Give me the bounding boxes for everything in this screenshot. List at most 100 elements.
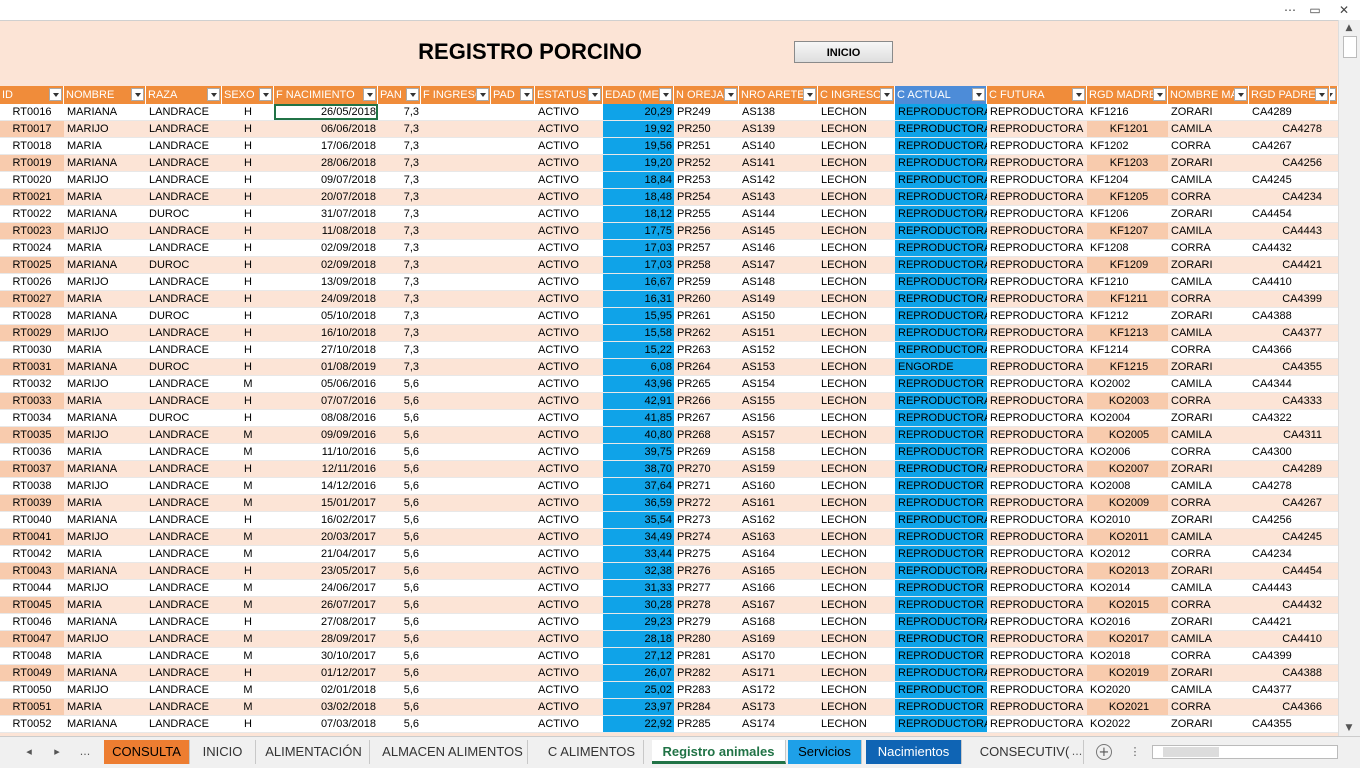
cell-n-oreja[interactable]: PR276 xyxy=(674,563,739,579)
cell-rgd-padre[interactable]: CA4234 xyxy=(1249,189,1330,205)
cell-c-futura[interactable]: REPRODUCTORA xyxy=(987,189,1087,205)
cell-pan[interactable]: 5,6 xyxy=(378,444,421,460)
cell-estatus[interactable]: ACTIVO xyxy=(535,155,603,171)
cell-raza[interactable]: LANDRACE xyxy=(146,325,222,341)
cell-raza[interactable]: LANDRACE xyxy=(146,597,222,613)
cell-f-ingreso[interactable] xyxy=(421,325,491,341)
cell-nombre[interactable]: MARIJO xyxy=(64,121,146,137)
cell-edad[interactable]: 37,64 xyxy=(603,478,674,494)
cell-estatus[interactable]: ACTIVO xyxy=(535,648,603,664)
cell-c-futura[interactable]: REPRODUCTORA xyxy=(987,478,1087,494)
cell-c-ingreso[interactable]: LECHON xyxy=(818,648,895,664)
cell-pad[interactable] xyxy=(491,291,535,307)
cell-id[interactable]: RT0041 xyxy=(0,529,64,545)
tab-more-ellipsis[interactable]: ... xyxy=(1066,743,1088,761)
cell-c-actual[interactable]: REPRODUCTOR xyxy=(895,682,987,698)
cell-rgd-padre[interactable]: CA4443 xyxy=(1249,223,1330,239)
cell-rgd-padre[interactable]: CA4311 xyxy=(1249,427,1330,443)
cell-estatus[interactable]: ACTIVO xyxy=(535,189,603,205)
cell-pan[interactable]: 5,6 xyxy=(378,631,421,647)
cell-edad[interactable]: 16,31 xyxy=(603,291,674,307)
cell-estatus[interactable]: ACTIVO xyxy=(535,223,603,239)
cell-f-ingreso[interactable] xyxy=(421,563,491,579)
cell-estatus[interactable]: ACTIVO xyxy=(535,631,603,647)
cell-sexo[interactable]: M xyxy=(222,546,274,562)
cell-c-actual[interactable]: REPRODUCTORA xyxy=(895,716,987,732)
cell-edad[interactable]: 38,70 xyxy=(603,461,674,477)
cell-sexo[interactable]: M xyxy=(222,597,274,613)
cell-c-futura[interactable]: REPRODUCTORA xyxy=(987,240,1087,256)
cell-estatus[interactable]: ACTIVO xyxy=(535,461,603,477)
cell-pad[interactable] xyxy=(491,121,535,137)
cell-f-nacimiento[interactable]: 28/06/2018 xyxy=(274,155,378,171)
cell-pan[interactable]: 7,3 xyxy=(378,189,421,205)
cell-edad[interactable]: 42,91 xyxy=(603,393,674,409)
cell-extra[interactable] xyxy=(1330,410,1338,426)
cell-extra[interactable] xyxy=(1330,342,1338,358)
cell-nro-arete[interactable]: AS168 xyxy=(739,614,818,630)
cell-f-nacimiento[interactable]: 28/09/2017 xyxy=(274,631,378,647)
cell-nro-arete[interactable]: AS140 xyxy=(739,138,818,154)
cell-estatus[interactable]: ACTIVO xyxy=(535,308,603,324)
cell-raza[interactable]: DUROC xyxy=(146,410,222,426)
filter-dropdown-icon[interactable] xyxy=(259,88,272,101)
cell-extra[interactable] xyxy=(1330,376,1338,392)
cell-rgd-madre[interactable]: KO2003 xyxy=(1087,393,1168,409)
cell-c-actual[interactable]: REPRODUCTORA xyxy=(895,410,987,426)
cell-c-actual[interactable]: REPRODUCTORA xyxy=(895,223,987,239)
cell-c-actual[interactable]: REPRODUCTORA xyxy=(895,393,987,409)
cell-nombre[interactable]: MARIJO xyxy=(64,172,146,188)
cell-c-futura[interactable]: REPRODUCTORA xyxy=(987,699,1087,715)
cell-id[interactable]: RT0049 xyxy=(0,665,64,681)
cell-n-oreja[interactable]: PR279 xyxy=(674,614,739,630)
cell-c-ingreso[interactable]: LECHON xyxy=(818,393,895,409)
cell-raza[interactable]: LANDRACE xyxy=(146,223,222,239)
cell-nro-arete[interactable]: AS138 xyxy=(739,104,818,120)
cell-pad[interactable] xyxy=(491,189,535,205)
cell-raza[interactable]: LANDRACE xyxy=(146,563,222,579)
cell-extra[interactable] xyxy=(1330,206,1338,222)
cell-nro-arete[interactable]: AS158 xyxy=(739,444,818,460)
cell-extra[interactable] xyxy=(1330,461,1338,477)
cell-id[interactable]: RT0021 xyxy=(0,189,64,205)
cell-rgd-padre[interactable]: CA4256 xyxy=(1249,512,1330,528)
cell-nombre[interactable]: MARIANA xyxy=(64,512,146,528)
cell-edad[interactable]: 23,97 xyxy=(603,699,674,715)
cell-nro-arete[interactable]: AS147 xyxy=(739,257,818,273)
tab-c-alimentos[interactable]: C ALIMENTOS xyxy=(540,740,644,764)
cell-extra[interactable] xyxy=(1330,359,1338,375)
cell-extra[interactable] xyxy=(1330,614,1338,630)
cell-nro-arete[interactable]: AS142 xyxy=(739,172,818,188)
cell-rgd-madre[interactable]: KF1207 xyxy=(1087,223,1168,239)
cell-n-oreja[interactable]: PR254 xyxy=(674,189,739,205)
cell-extra[interactable] xyxy=(1330,648,1338,664)
cell-raza[interactable]: LANDRACE xyxy=(146,138,222,154)
cell-sexo[interactable]: M xyxy=(222,648,274,664)
cell-c-ingreso[interactable]: LECHON xyxy=(818,495,895,511)
cell-rgd-madre[interactable]: KF1210 xyxy=(1087,274,1168,290)
tab-registro-animales[interactable]: Registro animales xyxy=(652,740,786,764)
cell-id[interactable]: RT0032 xyxy=(0,376,64,392)
cell-pad[interactable] xyxy=(491,393,535,409)
cell-c-ingreso[interactable]: LECHON xyxy=(818,546,895,562)
cell-nro-arete[interactable]: AS149 xyxy=(739,291,818,307)
cell-f-nacimiento[interactable]: 24/06/2017 xyxy=(274,580,378,596)
cell-extra[interactable] xyxy=(1330,427,1338,443)
cell-pan[interactable]: 5,6 xyxy=(378,410,421,426)
cell-nombre[interactable]: MARIA xyxy=(64,189,146,205)
cell-nombre-madre[interactable]: CAMILA xyxy=(1168,172,1249,188)
cell-extra[interactable] xyxy=(1330,580,1338,596)
cell-nombre-madre[interactable]: ZORARI xyxy=(1168,257,1249,273)
cell-sexo[interactable]: H xyxy=(222,614,274,630)
cell-n-oreja[interactable]: PR253 xyxy=(674,172,739,188)
cell-pad[interactable] xyxy=(491,665,535,681)
cell-id[interactable]: RT0031 xyxy=(0,359,64,375)
cell-pad[interactable] xyxy=(491,461,535,477)
cell-nombre[interactable]: MARIJO xyxy=(64,682,146,698)
cell-nombre-madre[interactable]: ZORARI xyxy=(1168,155,1249,171)
cell-nro-arete[interactable]: AS152 xyxy=(739,342,818,358)
cell-n-oreja[interactable]: PR252 xyxy=(674,155,739,171)
cell-nombre-madre[interactable]: ZORARI xyxy=(1168,104,1249,120)
cell-f-nacimiento[interactable]: 09/07/2018 xyxy=(274,172,378,188)
cell-id[interactable]: RT0018 xyxy=(0,138,64,154)
